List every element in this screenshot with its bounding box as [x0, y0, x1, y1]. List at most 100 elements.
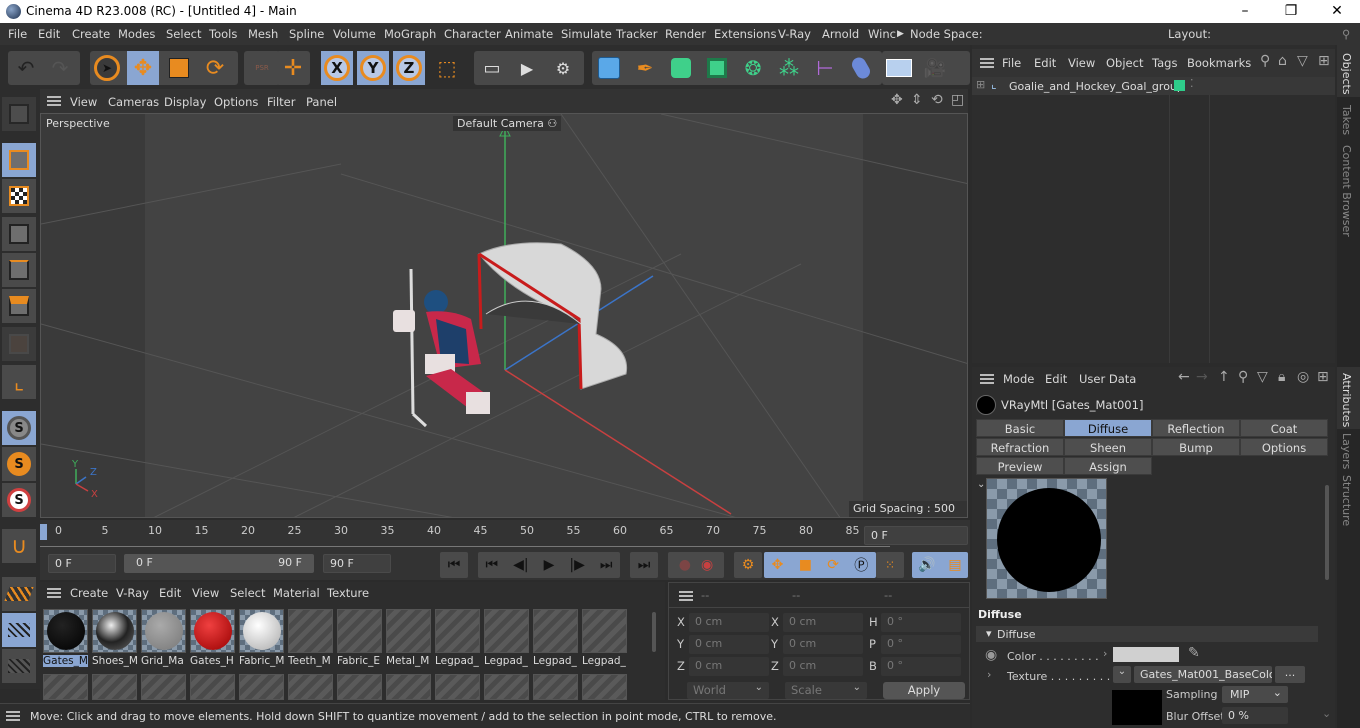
- preview-range-slider[interactable]: 0 F 90 F: [124, 554, 314, 573]
- viewport-menu-panel[interactable]: Panel: [306, 95, 337, 109]
- menu-mesh[interactable]: Mesh: [248, 27, 278, 41]
- sound-icon[interactable]: 🔊: [918, 557, 935, 573]
- material-swatch[interactable]: Gates_H: [190, 609, 235, 667]
- start-frame-field[interactable]: 0 F: [48, 554, 116, 573]
- keyframe-settings-button[interactable]: ⚙: [734, 552, 762, 578]
- search-icon[interactable]: ⚲: [1238, 369, 1248, 385]
- material-swatch[interactable]: Legpad_: [533, 609, 578, 667]
- minimize-button[interactable]: –: [1222, 0, 1268, 23]
- maximize-button[interactable]: ❐: [1268, 0, 1314, 23]
- workplane-align-button[interactable]: [2, 649, 36, 683]
- tab-refraction[interactable]: Refraction: [976, 438, 1064, 456]
- menu-extensions[interactable]: Extensions: [714, 27, 776, 41]
- select-tool-button[interactable]: ➤: [91, 51, 123, 85]
- side-tab-content-browser[interactable]: Content Browser: [1340, 145, 1353, 237]
- search-icon[interactable]: ⚲: [1342, 27, 1350, 41]
- empty-material-slot[interactable]: [386, 674, 431, 700]
- autokey-icon[interactable]: ◉: [701, 557, 713, 573]
- animate-radio-icon[interactable]: ◉: [985, 647, 997, 663]
- x-axis-lock-button[interactable]: X: [321, 51, 353, 85]
- empty-material-slot[interactable]: [288, 674, 333, 700]
- attributes-hamburger-icon[interactable]: [980, 374, 994, 384]
- color-expand-icon[interactable]: ›: [1103, 647, 1107, 660]
- visibility-dots-icon[interactable]: ⁚: [1190, 77, 1194, 90]
- back-arrow-icon[interactable]: ←: [1178, 369, 1190, 385]
- coords-space-dropdown[interactable]: World ⌄: [687, 682, 769, 699]
- coord-value-field[interactable]: 0 °: [881, 635, 961, 654]
- key-pla-button[interactable]: ⁙: [876, 552, 904, 578]
- transform-tool-button[interactable]: ✛: [277, 51, 309, 85]
- extrude-button[interactable]: [701, 51, 733, 85]
- objects-hamburger-icon[interactable]: [980, 58, 994, 68]
- viewport-menu-display[interactable]: Display: [164, 95, 206, 109]
- object-name[interactable]: Goalie_and_Hockey_Goal_group: [1009, 80, 1184, 93]
- subdivision-button[interactable]: [665, 51, 697, 85]
- filter-icon[interactable]: ▽: [1297, 53, 1308, 69]
- empty-material-slot[interactable]: [533, 674, 578, 700]
- film-icon[interactable]: ▤: [948, 557, 961, 573]
- empty-material-slot[interactable]: [239, 674, 284, 700]
- eyedropper-icon[interactable]: ✎: [1188, 645, 1200, 661]
- menu-select[interactable]: Select: [166, 27, 201, 41]
- menu-overflow-arrow-icon[interactable]: ▶: [897, 29, 904, 39]
- coord-value-field[interactable]: 0 cm: [689, 613, 769, 632]
- lock-icon[interactable]: 🔒︎: [1278, 369, 1285, 385]
- redo-button[interactable]: ↷: [44, 51, 76, 85]
- attributes-menu-mode[interactable]: Mode: [1003, 372, 1034, 386]
- point-mode-button[interactable]: [2, 217, 36, 251]
- texture-dropdown-button[interactable]: ⌄: [1113, 666, 1131, 683]
- attributes-scrollbar[interactable]: [1325, 485, 1329, 580]
- menu-window[interactable]: Winc: [868, 27, 896, 41]
- key-position-icon[interactable]: ✥: [772, 557, 784, 573]
- apply-button[interactable]: Apply: [883, 682, 965, 699]
- menu-edit[interactable]: Edit: [38, 27, 60, 41]
- objects-menu-bookmarks[interactable]: Bookmarks: [1187, 56, 1251, 70]
- viewport-menu-cameras[interactable]: Cameras: [108, 95, 159, 109]
- material-menu-create[interactable]: Create: [70, 586, 108, 600]
- status-hamburger-icon[interactable]: [6, 711, 20, 721]
- key-parameter-icon[interactable]: Ⓟ: [854, 555, 868, 575]
- material-swatch[interactable]: Fabric_M: [239, 609, 284, 667]
- axis-mode-button[interactable]: ⌞: [2, 365, 36, 399]
- snap-button[interactable]: ∪: [2, 529, 36, 563]
- move-tool-button[interactable]: ✥: [127, 51, 159, 85]
- viewport-menu-filter[interactable]: Filter: [267, 95, 295, 109]
- render-settings-button[interactable]: ⚙: [547, 51, 579, 85]
- material-menu-select[interactable]: Select: [230, 586, 265, 600]
- objects-menu-file[interactable]: File: [1002, 56, 1021, 70]
- tab-sheen[interactable]: Sheen: [1064, 438, 1152, 456]
- diffuse-group-header[interactable]: ▾ Diffuse: [976, 626, 1318, 642]
- coords-mode-dropdown[interactable]: Scale ⌄: [785, 682, 867, 699]
- make-editable-button[interactable]: [2, 97, 36, 131]
- playhead[interactable]: [40, 524, 47, 540]
- key-scale-icon[interactable]: ■: [799, 557, 812, 573]
- render-to-picture-viewer-button[interactable]: ▶: [511, 51, 543, 85]
- workplane-button[interactable]: [2, 577, 36, 611]
- empty-material-slot[interactable]: [190, 674, 235, 700]
- viewport-menu-view[interactable]: View: [70, 95, 97, 109]
- tab-bump[interactable]: Bump: [1152, 438, 1240, 456]
- coord-value-field[interactable]: 0 cm: [783, 635, 863, 654]
- tab-basic[interactable]: Basic: [976, 419, 1064, 437]
- menu-render[interactable]: Render: [665, 27, 706, 41]
- play-icon[interactable]: ▶: [544, 557, 555, 573]
- attributes-menu-user-data[interactable]: User Data: [1079, 372, 1136, 386]
- current-frame-field[interactable]: 0 F: [864, 526, 968, 545]
- empty-material-slot[interactable]: [582, 674, 627, 700]
- menu-create[interactable]: Create: [72, 27, 110, 41]
- color-swatch[interactable]: [1113, 647, 1179, 662]
- objects-menu-tags[interactable]: Tags: [1152, 56, 1177, 70]
- sampling-dropdown[interactable]: MIP ⌄: [1222, 686, 1288, 703]
- edge-mode-button[interactable]: [2, 253, 36, 287]
- menu-animate[interactable]: Animate: [505, 27, 553, 41]
- texture-expand-icon[interactable]: ›: [987, 668, 991, 681]
- attributes-menu-edit[interactable]: Edit: [1045, 372, 1067, 386]
- coord-value-field[interactable]: 0 cm: [783, 613, 863, 632]
- material-swatch[interactable]: Fabric_E: [337, 609, 382, 667]
- mograph-button[interactable]: ⁂: [773, 51, 805, 85]
- material-menu-texture[interactable]: Texture: [327, 586, 369, 600]
- tab-coat[interactable]: Coat: [1240, 419, 1328, 437]
- material-menu-material[interactable]: Material: [273, 586, 320, 600]
- floor-button[interactable]: [883, 51, 915, 85]
- objects-menu-view[interactable]: View: [1068, 56, 1095, 70]
